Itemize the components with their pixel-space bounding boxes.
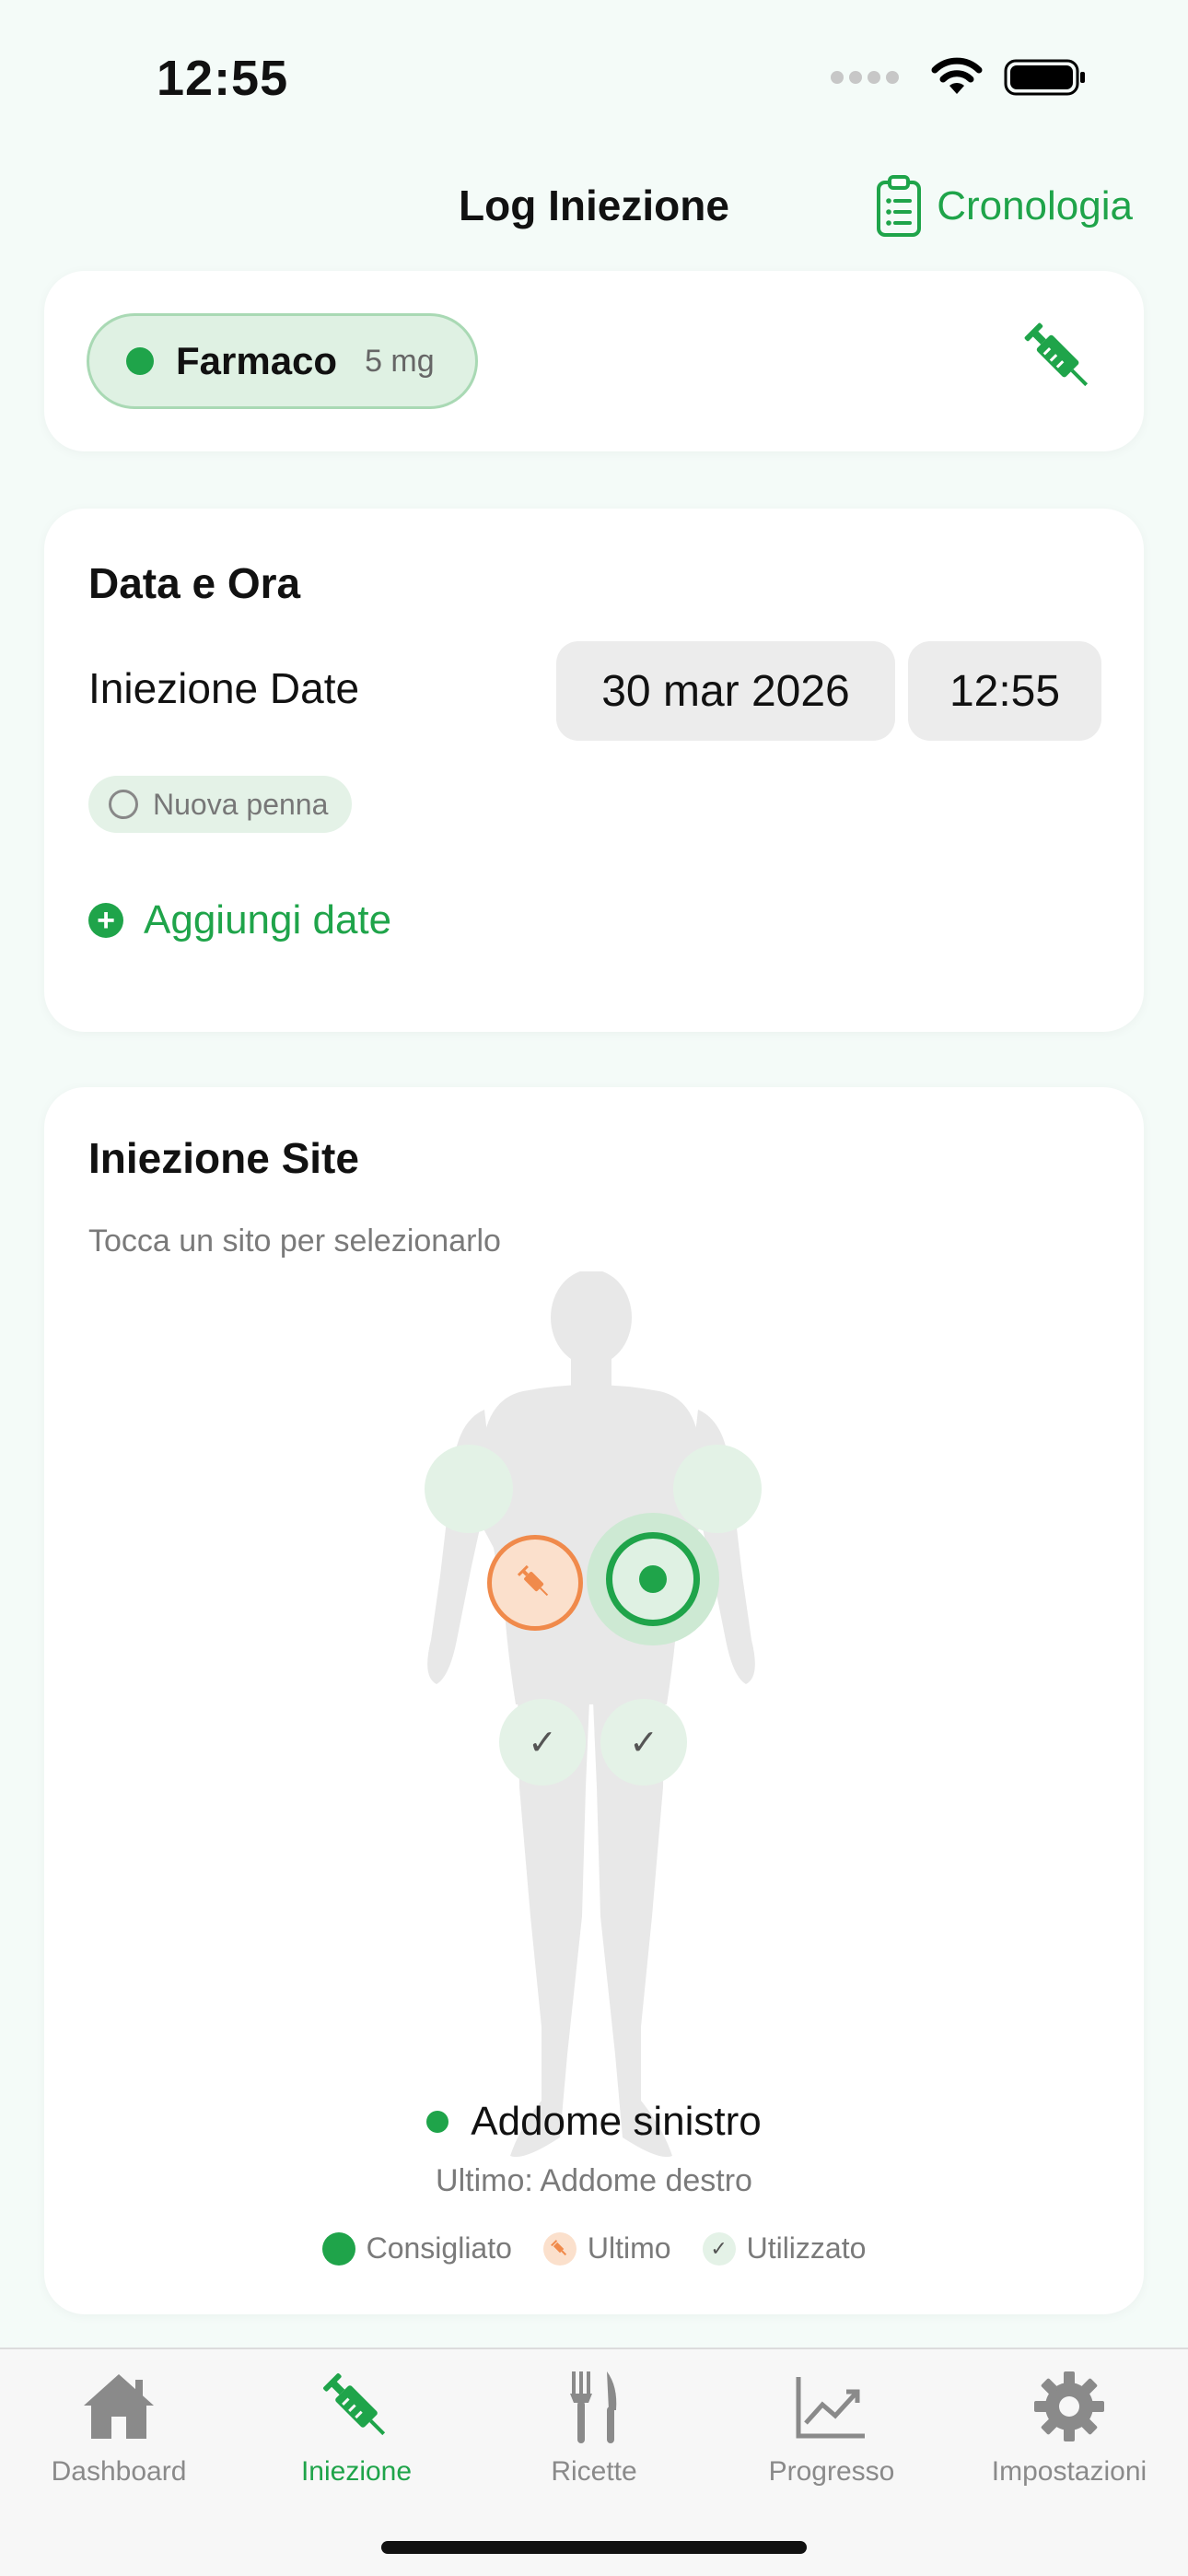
tab-injection[interactable]: Iniezione <box>238 2366 475 2488</box>
tab-dashboard[interactable]: Dashboard <box>0 2366 238 2488</box>
site-left-arm[interactable] <box>673 1445 762 1533</box>
syringe-icon <box>542 2231 577 2266</box>
recommended-dot-icon <box>321 2231 355 2266</box>
status-icons <box>831 57 1087 98</box>
house-icon <box>84 2374 154 2439</box>
legend-last-label: Ultimo <box>587 2231 671 2265</box>
status-bar: 12:55 <box>0 0 1188 157</box>
selected-dot <box>639 1565 667 1593</box>
tab-recipes[interactable]: Ricette <box>475 2366 713 2488</box>
cellular-signal-icon <box>831 71 899 84</box>
site-right-thigh-used[interactable]: ✓ <box>499 1699 586 1786</box>
medication-name: Farmaco <box>176 339 338 382</box>
syringe-icon <box>1024 322 1089 387</box>
date-time-heading: Data e Ora <box>88 559 301 607</box>
legend-used: ✓ Utilizzato <box>702 2231 867 2266</box>
gear-icon <box>1034 2371 1104 2441</box>
tab-recipes-label: Ricette <box>551 2456 637 2487</box>
tab-dashboard-label: Dashboard <box>51 2456 187 2487</box>
plus-circle-icon: + <box>88 903 123 938</box>
history-label: Cronologia <box>937 183 1133 228</box>
medication-card: Farmaco 5 mg <box>44 271 1144 451</box>
clipboard-list-icon <box>877 175 922 237</box>
injection-site-card: Iniezione Site Tocca un sito per selezio… <box>44 1087 1144 2314</box>
status-time: 12:55 <box>157 51 289 106</box>
injection-date-label: Iniezione Date <box>88 664 360 712</box>
tab-injection-label: Iniezione <box>300 2456 413 2487</box>
time-picker[interactable]: 12:55 <box>908 641 1101 741</box>
add-dates-button[interactable]: + Aggiungi date <box>88 897 391 943</box>
site-legend: Consigliato Ultimo ✓ Utilizzato <box>44 2231 1144 2266</box>
medication-dose: 5 mg <box>365 343 435 379</box>
tab-settings-label: Impostazioni <box>991 2456 1147 2487</box>
add-dates-label: Aggiungi date <box>144 897 392 943</box>
legend-recommended: Consigliato <box>321 2231 512 2266</box>
legend-last: Ultimo <box>542 2231 671 2266</box>
chart-icon <box>796 2377 865 2439</box>
fork-knife-icon <box>570 2371 617 2443</box>
date-picker[interactable]: 30 mar 2026 <box>556 641 895 741</box>
site-left-thigh-used[interactable]: ✓ <box>600 1699 687 1786</box>
tab-progress-label: Progresso <box>768 2456 895 2487</box>
tab-settings[interactable]: Impostazioni <box>950 2366 1188 2488</box>
site-abdomen-left-selected[interactable] <box>587 1513 719 1645</box>
injection-site-heading: Iniezione Site <box>88 1134 359 1182</box>
selected-site-dot <box>426 2111 449 2133</box>
last-site-label: Ultimo: Addome destro <box>436 2163 752 2198</box>
tab-progress[interactable]: Progresso <box>713 2366 950 2488</box>
battery-icon <box>1004 59 1085 96</box>
selected-site-label: Addome sinistro <box>471 2099 762 2144</box>
injection-site-subtitle: Tocca un sito per selezionarlo <box>88 1224 501 1259</box>
home-indicator[interactable] <box>381 2541 807 2554</box>
syringe-icon <box>323 2373 386 2436</box>
medication-color-dot <box>126 347 154 375</box>
history-button[interactable]: Cronologia <box>876 175 1133 238</box>
selected-ring <box>606 1532 700 1626</box>
radio-circle-icon <box>109 790 138 819</box>
syringe-icon <box>517 1564 549 1597</box>
new-pen-toggle[interactable]: Nuova penna <box>88 776 353 833</box>
site-right-arm[interactable] <box>425 1445 513 1533</box>
date-time-card: Data e Ora Iniezione Date 30 mar 2026 12… <box>44 509 1144 1032</box>
new-pen-label: Nuova penna <box>153 787 329 821</box>
site-abdomen-right-last[interactable] <box>487 1535 583 1631</box>
legend-used-label: Utilizzato <box>746 2231 867 2265</box>
wifi-icon <box>931 57 983 94</box>
checkmark-icon: ✓ <box>702 2231 736 2266</box>
medication-selector[interactable]: Farmaco 5 mg <box>87 313 478 409</box>
legend-recommended-label: Consigliato <box>366 2231 512 2265</box>
selected-site: Addome sinistro <box>44 2099 1144 2145</box>
